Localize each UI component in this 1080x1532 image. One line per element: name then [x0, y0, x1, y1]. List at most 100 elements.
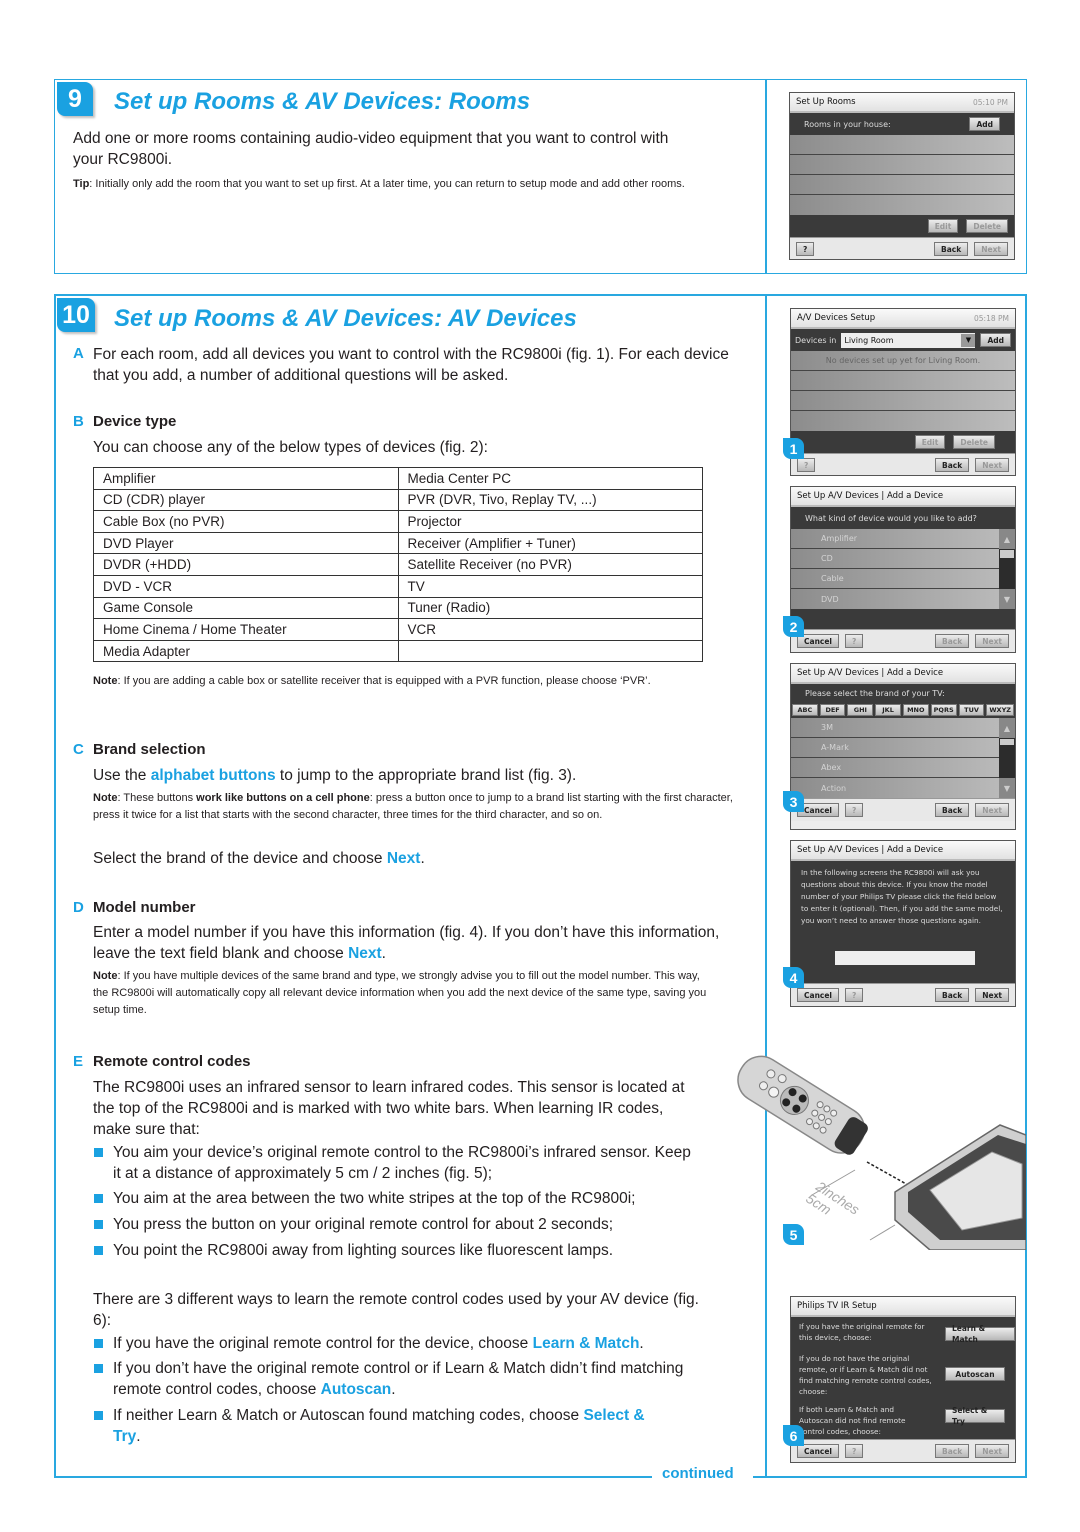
- devices-list-row[interactable]: [791, 411, 1015, 431]
- alphabet-button[interactable]: WXYZ: [986, 704, 1014, 716]
- room-dropdown-value: Living Room: [844, 335, 894, 345]
- device-type-option[interactable]: Cable: [791, 569, 1015, 589]
- rooms-list-row[interactable]: [790, 135, 1014, 155]
- scroll-thumb[interactable]: [1000, 550, 1014, 558]
- device-type-row: Cable Box (no PVR) Projector: [93, 510, 703, 533]
- item-e-letter: E: [73, 1053, 84, 1070]
- next-button[interactable]: Next: [975, 988, 1009, 1002]
- devices-list-row[interactable]: [791, 371, 1015, 391]
- back-button[interactable]: Back: [934, 1444, 970, 1458]
- item-e-heading: Remote control codes: [93, 1053, 251, 1070]
- next-button[interactable]: Next: [975, 458, 1009, 472]
- delete-room-button[interactable]: Delete: [966, 219, 1008, 233]
- help-button[interactable]: ?: [845, 634, 864, 648]
- device-type-row: DVD Player Receiver (Amplifier + Tuner): [93, 531, 703, 555]
- model-number-field[interactable]: [835, 951, 975, 965]
- scroll-up-icon[interactable]: ▲: [999, 529, 1015, 549]
- rooms-header: Rooms in your house: Add: [790, 113, 1014, 135]
- alphabet-button[interactable]: PQRS: [930, 704, 957, 716]
- help-button[interactable]: ?: [797, 458, 816, 472]
- help-button[interactable]: ?: [845, 803, 864, 817]
- brand-option[interactable]: A-Mark: [791, 738, 1015, 758]
- fig2-device-type-screen: Set Up A/V Devices | Add a Device What k…: [790, 486, 1016, 653]
- note-label: Note: [93, 970, 118, 982]
- way-text: If neither Learn & Match or Autoscan fou…: [113, 1407, 584, 1424]
- model-info-message: In the following screens the RC9800i wil…: [801, 868, 1003, 925]
- ir-option-text: If both Learn & Match and Autoscan did n…: [799, 1405, 906, 1436]
- section-10-bottom-border-left: [54, 1476, 652, 1478]
- rooms-list-row[interactable]: [790, 195, 1014, 215]
- devices-list-row[interactable]: [791, 391, 1015, 411]
- next-button[interactable]: Next: [975, 634, 1009, 648]
- continued-label: continued: [662, 1465, 734, 1482]
- back-button[interactable]: Back: [934, 803, 970, 817]
- brand-option[interactable]: Abex: [791, 758, 1015, 778]
- device-type-cell: Game Console: [93, 596, 399, 620]
- learn-match-link: Learn & Match: [532, 1335, 640, 1352]
- next-button[interactable]: Next: [974, 242, 1008, 256]
- next-button[interactable]: Next: [975, 1444, 1009, 1458]
- device-type-option[interactable]: Amplifier: [791, 529, 1015, 549]
- help-button[interactable]: ?: [845, 1444, 864, 1458]
- device-type-option[interactable]: CD: [791, 549, 1015, 569]
- rooms-list-row[interactable]: [790, 155, 1014, 175]
- rooms-list-row[interactable]: [790, 175, 1014, 195]
- remote-pointing-illustration: [737, 1055, 1027, 1251]
- device-type-cell: Tuner (Radio): [397, 596, 703, 620]
- scroll-down-icon[interactable]: ▼: [999, 778, 1015, 798]
- alphabet-buttons: ABC DEF GHI JKL MNO PQRS TUV WXYZ: [791, 702, 1015, 718]
- alphabet-button[interactable]: ABC: [792, 704, 818, 716]
- help-button[interactable]: ?: [845, 988, 864, 1002]
- alphabet-button[interactable]: JKL: [875, 704, 901, 716]
- scroll-down-icon[interactable]: ▼: [999, 589, 1015, 609]
- screen-footer: Cancel ? Back Next: [791, 983, 1015, 1006]
- brand-option[interactable]: Action: [791, 778, 1015, 798]
- fig6-ir-setup-screen: Philips TV IR Setup If you have the orig…: [790, 1296, 1016, 1463]
- back-button[interactable]: Back: [934, 988, 970, 1002]
- back-button[interactable]: Back: [934, 634, 970, 648]
- add-device-button[interactable]: Add: [980, 333, 1011, 347]
- screen-title: Philips TV IR Setup: [797, 1301, 877, 1311]
- scroll-thumb[interactable]: [1000, 739, 1014, 745]
- item-c-text-after: to jump to the appropriate brand list (f…: [275, 767, 577, 784]
- add-room-button[interactable]: Add: [969, 117, 1000, 131]
- rooms-header-label: Rooms in your house:: [804, 119, 891, 129]
- item-b-letter: B: [73, 413, 84, 430]
- next-link: Next: [348, 945, 382, 962]
- room-dropdown[interactable]: Living Room ▼: [841, 332, 976, 348]
- edit-room-button[interactable]: Edit: [927, 219, 959, 233]
- device-type-cell: DVDR (+HDD): [93, 553, 399, 576]
- alphabet-button[interactable]: DEF: [819, 704, 846, 716]
- delete-device-button[interactable]: Delete: [953, 435, 995, 449]
- screen-time: 05:18 PM: [974, 313, 1009, 323]
- rooms-actions: Edit Delete: [790, 215, 1014, 237]
- help-button[interactable]: ?: [796, 242, 815, 256]
- original-remote-icon: [737, 1055, 868, 1155]
- learn-match-button[interactable]: Learn & Match: [945, 1324, 1015, 1344]
- item-c-select: Select the brand of the device and choos…: [93, 848, 713, 869]
- device-type-option[interactable]: DVD: [791, 589, 1015, 609]
- select-try-button[interactable]: Select & Try: [945, 1406, 1005, 1426]
- next-button[interactable]: Next: [975, 803, 1009, 817]
- item-c-note: Note: These buttons work like buttons on…: [93, 790, 733, 824]
- back-button[interactable]: Back: [933, 242, 969, 256]
- cancel-button[interactable]: Cancel: [797, 1444, 840, 1458]
- back-button[interactable]: Back: [934, 458, 970, 472]
- alphabet-button[interactable]: GHI: [847, 704, 874, 716]
- brand-option[interactable]: 3M: [791, 718, 1015, 738]
- scroll-up-icon[interactable]: ▲: [999, 718, 1015, 738]
- item-c-text: Use the alphabet buttons to jump to the …: [93, 765, 713, 786]
- autoscan-button[interactable]: Autoscan: [945, 1367, 1005, 1381]
- figure-1-badge: 1: [783, 438, 804, 459]
- device-type-list: Amplifier CD Cable DVD ▲ ▼: [791, 529, 1015, 609]
- screen-title: Set Up A/V Devices | Add a Device: [797, 845, 944, 855]
- learn-way-bullet: If neither Learn & Match or Autoscan fou…: [93, 1405, 673, 1447]
- rooms-setup-screen: Set Up Rooms 05:10 PM Rooms in your hous…: [789, 92, 1015, 260]
- item-d-text: Enter a model number if you have this in…: [93, 922, 733, 964]
- item-d-text-before: Enter a model number if you have this in…: [93, 924, 720, 962]
- cancel-button[interactable]: Cancel: [797, 988, 840, 1002]
- edit-device-button[interactable]: Edit: [914, 435, 946, 449]
- alphabet-button[interactable]: TUV: [958, 704, 985, 716]
- alphabet-button[interactable]: MNO: [902, 704, 929, 716]
- device-type-cell: Projector: [397, 510, 703, 533]
